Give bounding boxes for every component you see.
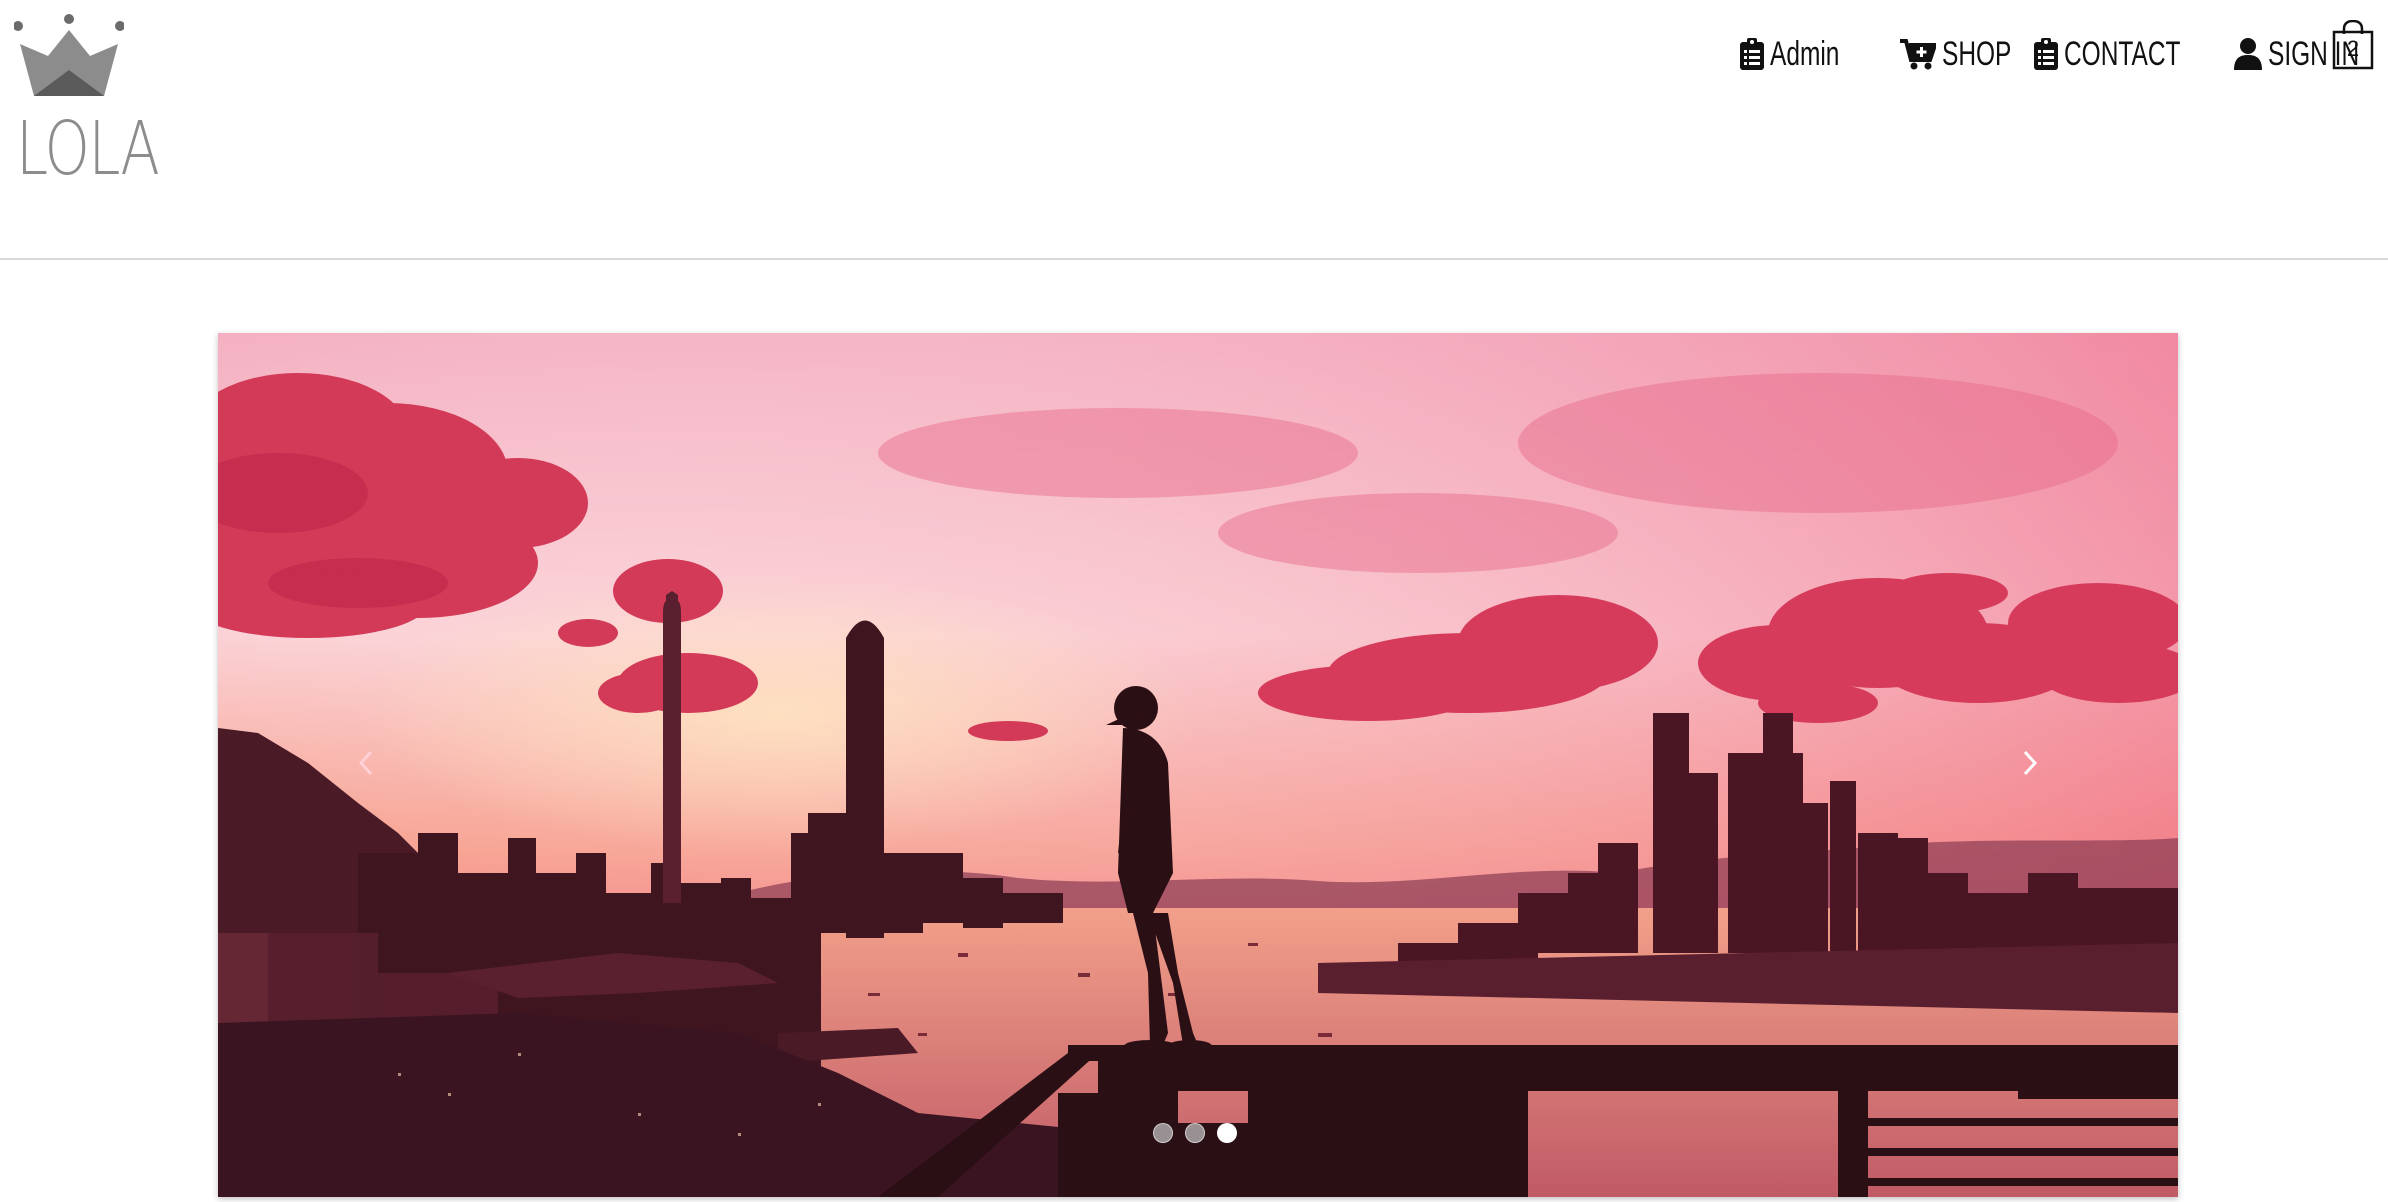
user-icon xyxy=(2234,38,2262,70)
chevron-left-icon xyxy=(358,750,373,776)
chevron-right-icon xyxy=(2023,750,2038,776)
brand-name: LOLA xyxy=(16,106,160,192)
carousel-dot-1[interactable] xyxy=(1153,1123,1173,1143)
cart-icon xyxy=(1900,39,1936,70)
nav-shop-label: SHOP xyxy=(1942,35,2012,73)
nav-contact[interactable]: CONTACT xyxy=(2034,37,2204,71)
site-header: LOLA Admin SHOP CONTACT SIGN IN 2 xyxy=(0,0,2388,260)
hero-carousel xyxy=(218,333,2178,1197)
nav-shop[interactable]: SHOP xyxy=(1900,35,2012,73)
clipboard-icon xyxy=(2034,38,2058,70)
carousel-dot-3[interactable] xyxy=(1217,1123,1237,1143)
shopping-bag-button[interactable]: 2 xyxy=(2330,19,2376,70)
carousel-indicators xyxy=(1153,1123,1249,1143)
logo[interactable]: LOLA xyxy=(14,14,184,192)
crown-icon xyxy=(14,14,124,96)
main-nav: Admin SHOP CONTACT SIGN IN xyxy=(1740,24,2388,84)
nav-admin[interactable]: Admin xyxy=(1740,37,1870,71)
cart-count: 2 xyxy=(2346,36,2360,61)
nav-contact-label: CONTACT xyxy=(2064,35,2181,73)
carousel-next-button[interactable] xyxy=(2000,733,2060,793)
carousel-dot-2[interactable] xyxy=(1185,1123,1205,1143)
hero-slide-image xyxy=(218,333,2178,1197)
carousel-prev-button[interactable] xyxy=(336,733,396,793)
nav-admin-label: Admin xyxy=(1770,35,1840,73)
clipboard-icon xyxy=(1740,38,1764,70)
